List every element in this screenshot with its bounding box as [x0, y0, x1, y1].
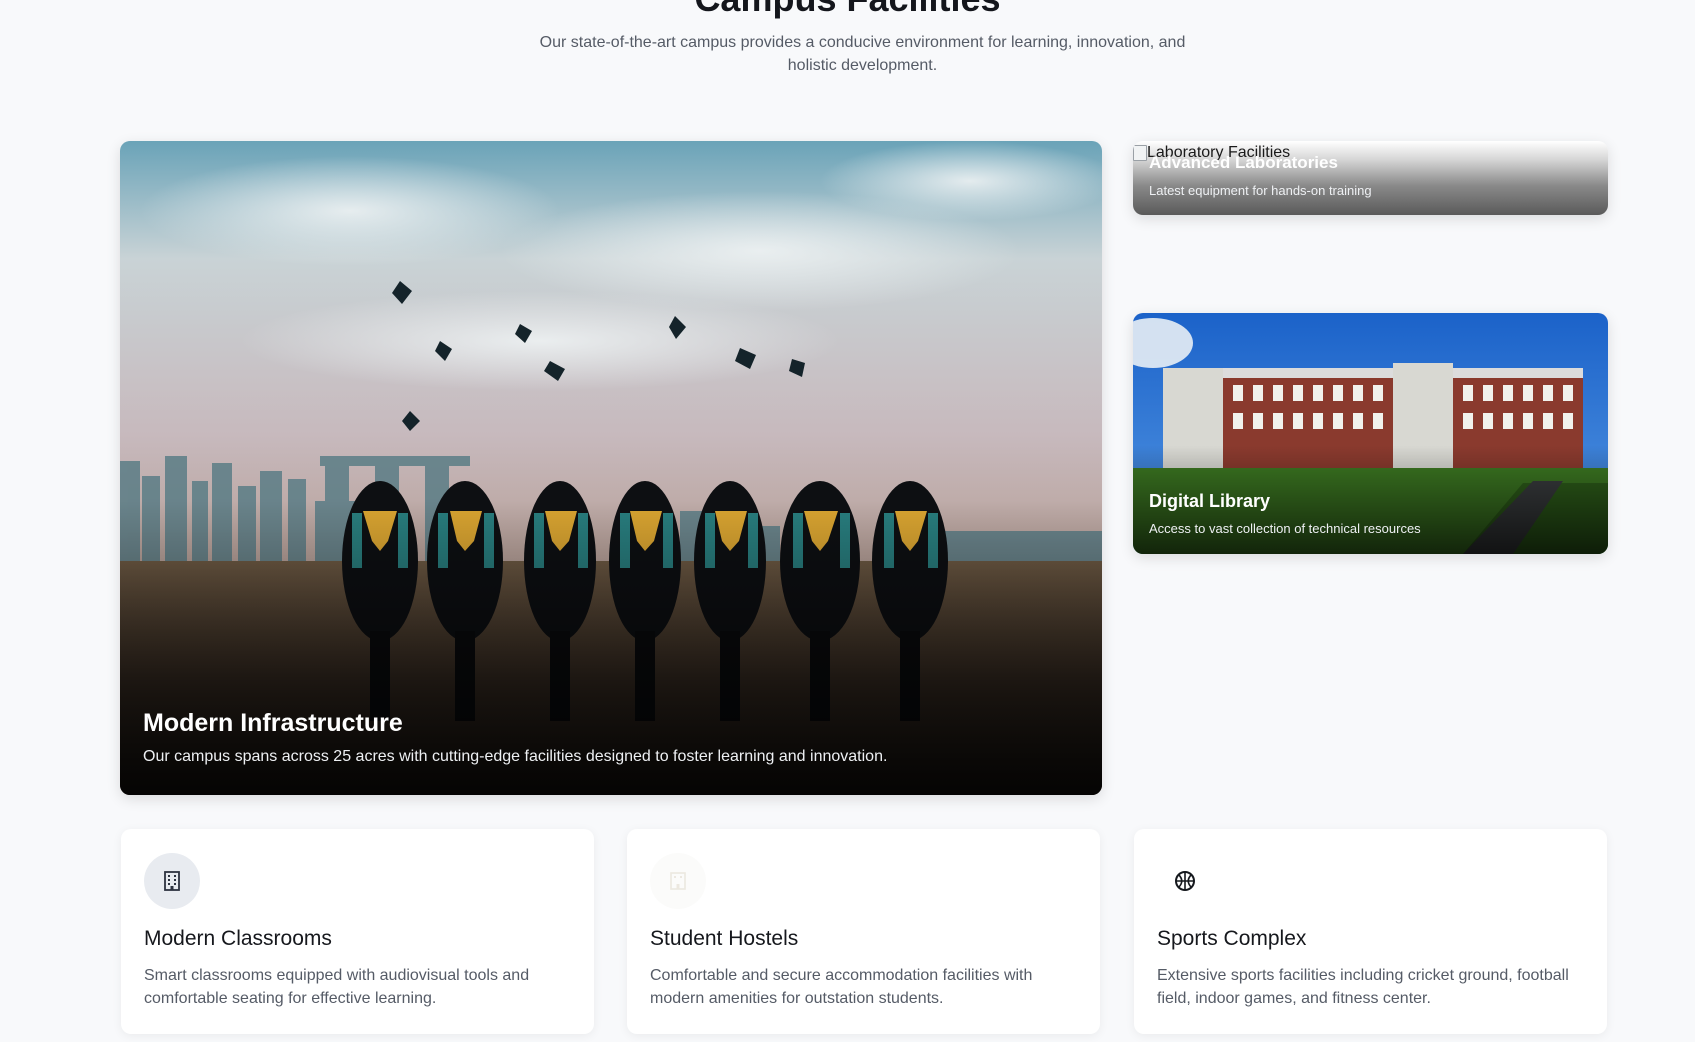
- section-title: Campus Facilities: [0, 0, 1695, 20]
- broken-image-icon: [1133, 145, 1147, 161]
- feature-title: Modern Infrastructure: [143, 709, 403, 737]
- library-photo: [1133, 313, 1608, 554]
- side-card-description: Access to vast collection of technical r…: [1149, 521, 1421, 536]
- feature-card-infrastructure[interactable]: Modern Infrastructure Our campus spans a…: [120, 141, 1102, 795]
- info-card-hostels[interactable]: Student Hostels Comfortable and secure a…: [627, 829, 1100, 1034]
- side-card-title: Advanced Laboratories: [1149, 153, 1338, 172]
- info-card-sports[interactable]: Sports Complex Extensive sports faciliti…: [1134, 829, 1607, 1034]
- building-icon: [144, 853, 200, 909]
- info-card-classrooms[interactable]: Modern Classrooms Smart classrooms equip…: [121, 829, 594, 1034]
- info-card-description: Comfortable and secure accommodation fac…: [650, 967, 1033, 1007]
- hostel-icon: [650, 853, 706, 909]
- info-card-description: Extensive sports facilities including cr…: [1157, 967, 1569, 1007]
- section-subtitle: Our state-of-the-art campus provides a c…: [539, 34, 1186, 74]
- feature-description: Our campus spans across 25 acres with cu…: [143, 748, 888, 765]
- side-card-title: Digital Library: [1149, 491, 1271, 511]
- info-card-title: Modern Classrooms: [144, 927, 332, 950]
- info-card-description: Smart classrooms equipped with audiovisu…: [144, 967, 530, 1007]
- feature-overlay: [120, 141, 1102, 795]
- info-card-title: Student Hostels: [650, 927, 799, 950]
- info-card-title: Sports Complex: [1157, 927, 1307, 950]
- basketball-icon: [1157, 853, 1213, 909]
- side-card-description: Latest equipment for hands-on training: [1149, 183, 1372, 198]
- side-card-laboratories[interactable]: Laboratory Facilities Advanced Laborator…: [1133, 141, 1608, 215]
- side-card-library[interactable]: Digital Library Access to vast collectio…: [1133, 313, 1608, 554]
